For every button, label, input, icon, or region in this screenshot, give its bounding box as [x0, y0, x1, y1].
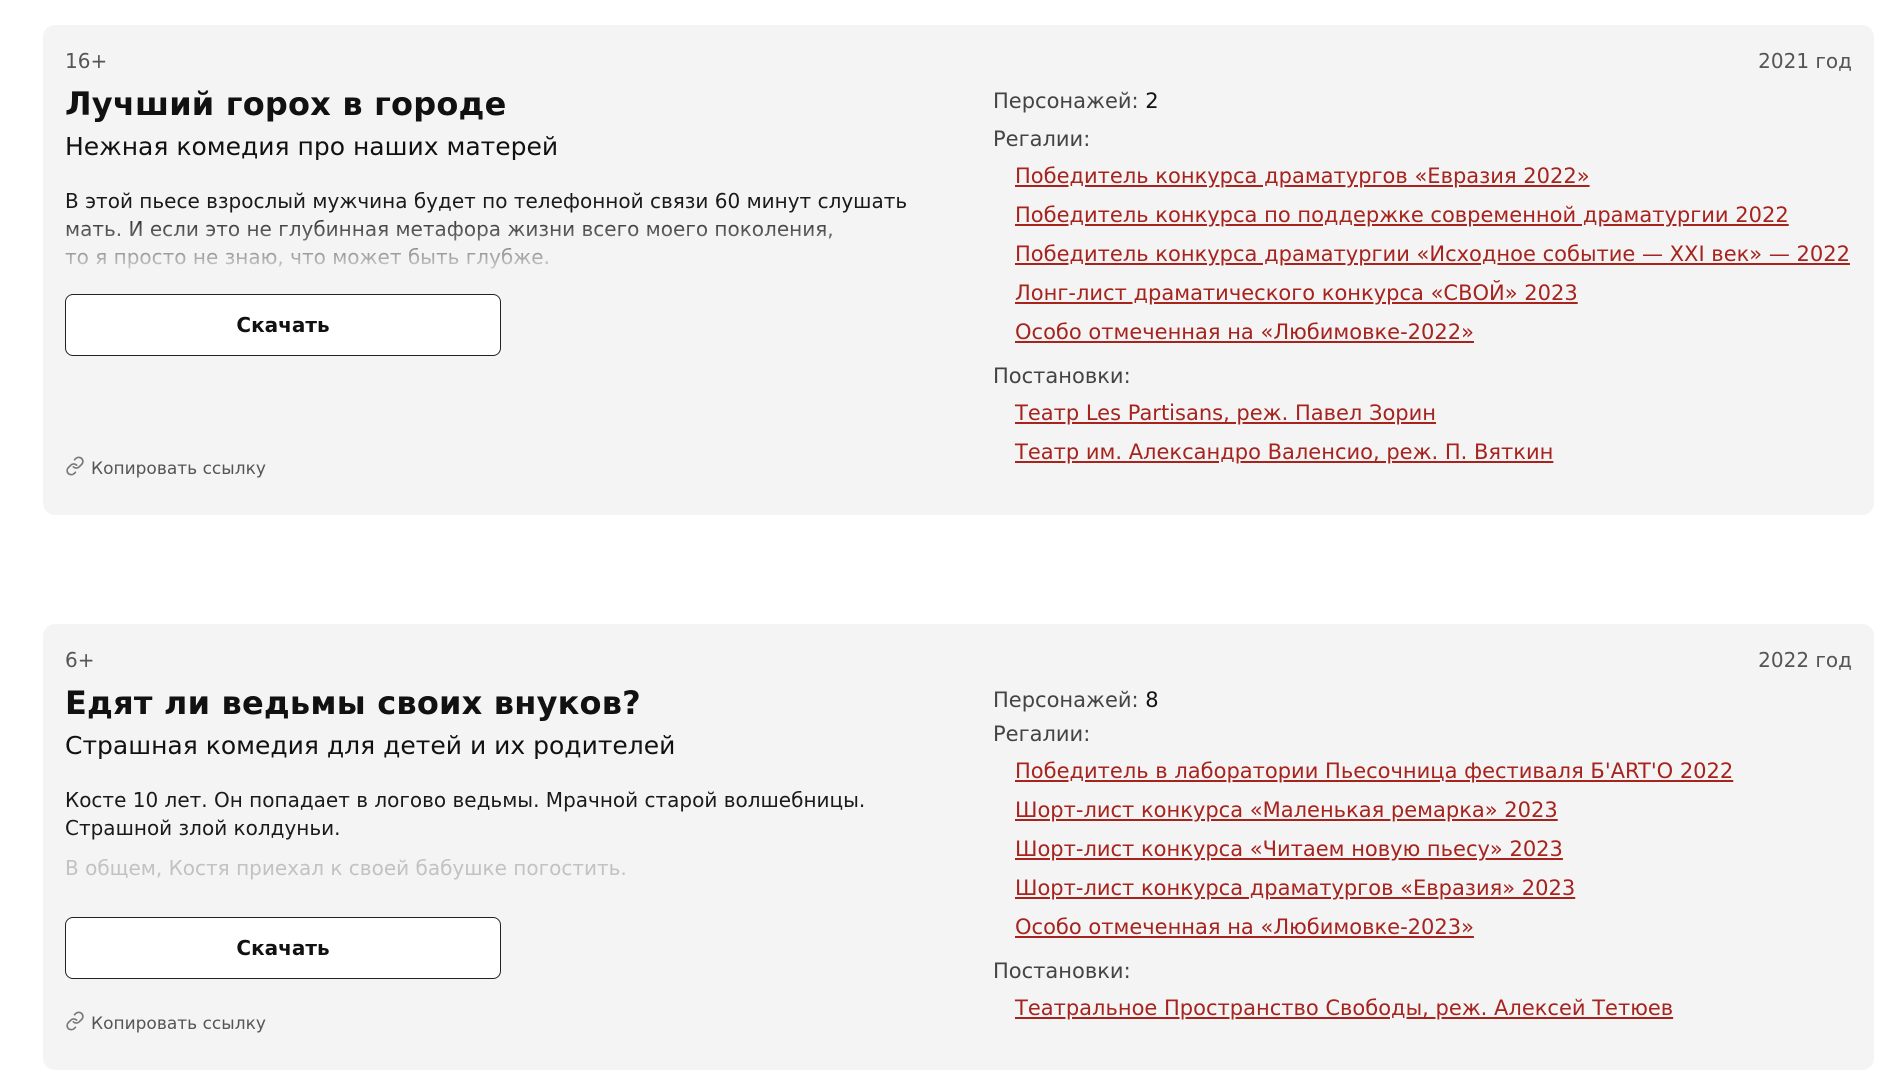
age-rating: 16+ — [65, 49, 108, 73]
description-line: В этой пьесе взрослый мужчина будет по т… — [65, 189, 908, 213]
characters-label: Персонажей: — [993, 688, 1139, 712]
description-line: Косте 10 лет. Он попадает в логово ведьм… — [65, 788, 866, 812]
copy-link-button[interactable]: Копировать ссылку — [65, 1011, 266, 1036]
regalia-link[interactable]: Лонг-лист драматического конкурса «СВОЙ»… — [1015, 281, 1578, 305]
list-item: Шорт-лист конкурса «Маленькая ремарка» 2… — [1015, 791, 1853, 830]
download-button[interactable]: Скачать — [65, 917, 501, 979]
link-icon — [65, 1011, 85, 1036]
list-item: Театр Les Partisans, реж. Павел Зорин — [1015, 394, 1853, 433]
regalia-link[interactable]: Победитель конкурса драматургов «Евразия… — [1015, 164, 1590, 188]
play-title: Едят ли ведьмы своих внуков? — [65, 684, 641, 722]
regalia-link[interactable]: Победитель конкурса по поддержке совреме… — [1015, 203, 1789, 227]
productions-label: Постановки: — [993, 959, 1131, 983]
regalia-link[interactable]: Шорт-лист конкурса драматургов «Евразия»… — [1015, 876, 1575, 900]
regalia-link[interactable]: Шорт-лист конкурса «Маленькая ремарка» 2… — [1015, 798, 1558, 822]
productions-list: Театральное Пространство Свободы, реж. А… — [993, 989, 1853, 1028]
description-line: Страшной злой колдуньи. — [65, 816, 341, 840]
list-item: Особо отмеченная на «Любимовке-2022» — [1015, 313, 1853, 352]
description-line-faded: В общем, Костя приехал к своей бабушке п… — [65, 856, 627, 880]
regalia-list: Победитель конкурса драматургов «Евразия… — [993, 157, 1853, 352]
list-item: Победитель конкурса драматургии «Исходно… — [1015, 235, 1853, 274]
regalia-link[interactable]: Победитель в лаборатории Пьесочница фест… — [1015, 759, 1733, 783]
plays-page: 16+ 2021 год Лучший горох в городе Нежна… — [0, 0, 1900, 1079]
play-year: 2022 год — [1758, 648, 1852, 672]
download-button[interactable]: Скачать — [65, 294, 501, 356]
age-rating: 6+ — [65, 648, 95, 672]
copy-link-label: Копировать ссылку — [91, 458, 266, 479]
characters-info: Персонажей: 8 — [993, 688, 1853, 712]
regalia-label: Регалии: — [993, 722, 1091, 746]
regalia-label: Регалии: — [993, 127, 1091, 151]
list-item: Лонг-лист драматического конкурса «СВОЙ»… — [1015, 274, 1853, 313]
characters-count: 2 — [1145, 89, 1159, 113]
list-item: Шорт-лист конкурса драматургов «Евразия»… — [1015, 869, 1853, 908]
copy-link-button[interactable]: Копировать ссылку — [65, 456, 266, 481]
list-item: Победитель конкурса драматургов «Евразия… — [1015, 157, 1853, 196]
copy-link-label: Копировать ссылку — [91, 1013, 266, 1034]
list-item: Особо отмеченная на «Любимовке-2023» — [1015, 908, 1853, 947]
list-item: Театр им. Александро Валенсио, реж. П. В… — [1015, 433, 1853, 472]
description-line: то я просто не знаю, что может быть глуб… — [65, 245, 550, 269]
characters-count: 8 — [1145, 688, 1159, 712]
production-link[interactable]: Театр им. Александро Валенсио, реж. П. В… — [1015, 440, 1553, 464]
regalia-list: Победитель в лаборатории Пьесочница фест… — [993, 752, 1853, 947]
play-subtitle: Нежная комедия про наших матерей — [65, 132, 559, 161]
production-link[interactable]: Театральное Пространство Свободы, реж. А… — [1015, 996, 1673, 1020]
regalia-link[interactable]: Особо отмеченная на «Любимовке-2022» — [1015, 320, 1474, 344]
play-meta: Персонажей: 2 Регалии: Победитель конкур… — [993, 89, 1853, 484]
play-year: 2021 год — [1758, 49, 1852, 73]
play-subtitle: Страшная комедия для детей и их родителе… — [65, 731, 676, 760]
link-icon — [65, 456, 85, 481]
play-title: Лучший горох в городе — [65, 85, 507, 123]
list-item: Победитель конкурса по поддержке совреме… — [1015, 196, 1853, 235]
productions-label: Постановки: — [993, 364, 1131, 388]
characters-label: Персонажей: — [993, 89, 1139, 113]
play-card: 16+ 2021 год Лучший горох в городе Нежна… — [43, 25, 1874, 515]
description-line: мать. И если это не глубинная метафора ж… — [65, 217, 834, 241]
production-link[interactable]: Театр Les Partisans, реж. Павел Зорин — [1015, 401, 1436, 425]
play-description: В этой пьесе взрослый мужчина будет по т… — [65, 187, 945, 271]
list-item: Театральное Пространство Свободы, реж. А… — [1015, 989, 1853, 1028]
play-card: 6+ 2022 год Едят ли ведьмы своих внуков?… — [43, 624, 1874, 1070]
play-description: Косте 10 лет. Он попадает в логово ведьм… — [65, 786, 945, 882]
list-item: Шорт-лист конкурса «Читаем новую пьесу» … — [1015, 830, 1853, 869]
productions-list: Театр Les Partisans, реж. Павел Зорин Те… — [993, 394, 1853, 472]
characters-info: Персонажей: 2 — [993, 89, 1853, 113]
regalia-link[interactable]: Победитель конкурса драматургии «Исходно… — [1015, 242, 1850, 266]
regalia-link[interactable]: Шорт-лист конкурса «Читаем новую пьесу» … — [1015, 837, 1563, 861]
play-meta: Персонажей: 8 Регалии: Победитель в лабо… — [993, 688, 1853, 1040]
list-item: Победитель в лаборатории Пьесочница фест… — [1015, 752, 1853, 791]
regalia-link[interactable]: Особо отмеченная на «Любимовке-2023» — [1015, 915, 1474, 939]
